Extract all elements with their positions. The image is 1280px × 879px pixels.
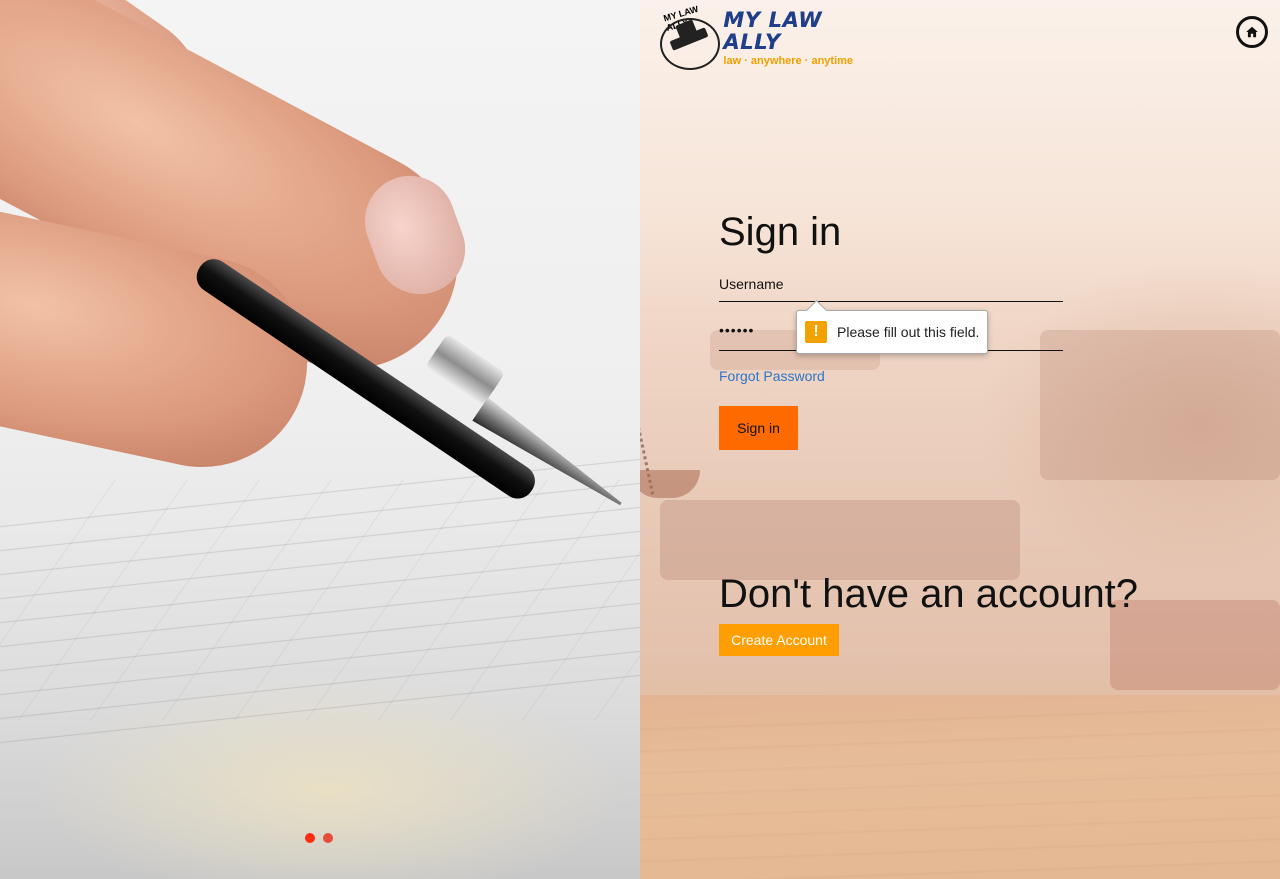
brand-tagline: law · anywhere · anytime bbox=[723, 55, 854, 67]
carousel-dot-1[interactable] bbox=[305, 833, 315, 843]
signin-title: Sign in bbox=[719, 210, 842, 254]
carousel-dot-2[interactable] bbox=[323, 833, 333, 843]
carousel-dots bbox=[305, 833, 333, 843]
hero-image bbox=[0, 0, 640, 879]
validation-tooltip: ! Please fill out this field. bbox=[796, 310, 988, 354]
logo-text: MY LAW ALLY law · anywhere · anytime bbox=[723, 9, 876, 67]
brand-logo[interactable]: MY LAW ALLY MY LAW ALLY law · anywhere ·… bbox=[656, 4, 876, 70]
validation-message: Please fill out this field. bbox=[837, 324, 980, 340]
paper-columns bbox=[0, 480, 640, 720]
desk-grain bbox=[640, 710, 1280, 879]
signin-button[interactable]: Sign in bbox=[719, 406, 798, 450]
brand-name: MY LAW ALLY bbox=[723, 8, 823, 54]
username-label: Username bbox=[719, 276, 784, 292]
background-shape bbox=[1040, 330, 1280, 480]
gavel-logo-icon: MY LAW ALLY bbox=[656, 4, 720, 70]
create-account-button[interactable]: Create Account bbox=[719, 624, 839, 656]
forgot-password-link[interactable]: Forgot Password bbox=[719, 368, 825, 384]
password-value: •••••• bbox=[719, 322, 755, 338]
username-field[interactable]: Username bbox=[719, 270, 1063, 302]
pen-band bbox=[424, 333, 506, 407]
no-account-heading: Don't have an account? bbox=[719, 572, 1139, 616]
home-icon bbox=[1246, 26, 1258, 38]
background-shape bbox=[660, 500, 1020, 580]
home-button[interactable] bbox=[1236, 16, 1268, 48]
warning-icon: ! bbox=[805, 321, 827, 343]
scale-pan bbox=[640, 470, 700, 498]
